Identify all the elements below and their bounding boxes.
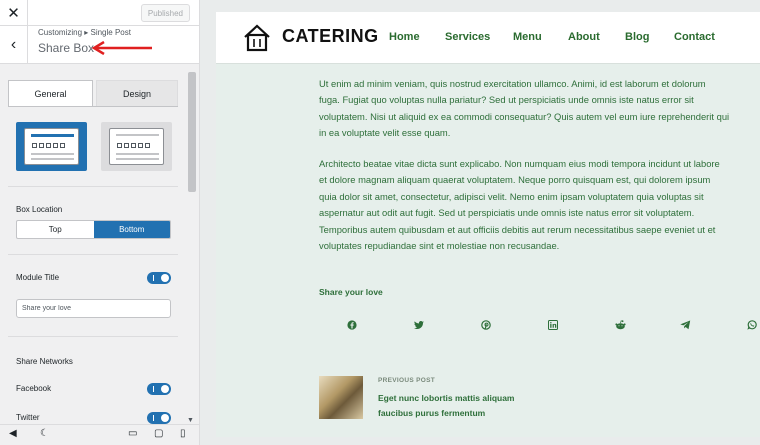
desktop-icon[interactable]: ▭ <box>128 428 137 439</box>
collapse-icon[interactable]: ◀ <box>9 428 17 439</box>
site-header: CATERING Home Services Menu About Blog C… <box>216 12 760 64</box>
twitter-icon[interactable] <box>413 319 425 331</box>
location-bottom-button[interactable]: Bottom <box>93 221 170 238</box>
nav-blog[interactable]: Blog <box>625 31 649 43</box>
divider <box>8 254 178 255</box>
close-icon: ✕ <box>7 5 20 22</box>
reddit-icon[interactable] <box>614 319 626 331</box>
nav-services[interactable]: Services <box>445 31 490 43</box>
box-location-label: Box Location <box>16 205 63 214</box>
publish-button[interactable]: Published <box>140 4 190 22</box>
customizer-topbar: ✕ Published <box>0 0 199 26</box>
tab-general[interactable]: General <box>8 80 93 107</box>
module-title-input[interactable] <box>16 299 171 318</box>
close-customizer-button[interactable]: ✕ <box>0 0 28 26</box>
back-button[interactable]: ‹ <box>0 26 28 64</box>
nav-about[interactable]: About <box>568 31 600 43</box>
twitter-label: Twitter <box>16 413 40 422</box>
tabs-divider <box>8 106 178 107</box>
previous-post-title[interactable]: Eget nunc lobortis mattis aliquam <box>378 391 543 406</box>
previous-post-title[interactable]: faucibus purus fermentum <box>378 406 543 421</box>
section-header: ‹ Customizing ▸ Single Post Share Box <box>0 26 199 64</box>
box-location-segmented-control: Top Bottom <box>16 220 171 239</box>
customizer-sidebar: ✕ Published ‹ Customizing ▸ Single Post … <box>0 0 200 445</box>
divider <box>8 186 178 187</box>
nav-home[interactable]: Home <box>389 31 420 43</box>
article-paragraph: Ut enim ad minim veniam, quis nostrud ex… <box>319 78 730 139</box>
facebook-toggle[interactable] <box>147 383 171 395</box>
previous-post-label: PREVIOUS POST <box>378 377 435 384</box>
scroll-down-icon[interactable]: ▼ <box>187 417 194 424</box>
site-logo-text[interactable]: CATERING <box>282 26 379 47</box>
article-paragraph: Architecto beatae vitae dicta sunt expli… <box>319 158 720 252</box>
whatsapp-icon[interactable] <box>746 319 758 331</box>
dark-mode-icon[interactable]: ☾ <box>40 428 49 439</box>
logo-icon[interactable] <box>243 24 271 52</box>
layout-preview-icon <box>24 128 79 165</box>
layout-option-1[interactable] <box>16 122 87 171</box>
settings-tabs: General Design <box>8 80 178 107</box>
share-networks-label: Share Networks <box>16 357 73 366</box>
scrollbar-thumb[interactable] <box>188 72 196 192</box>
chevron-left-icon: ‹ <box>10 36 17 53</box>
breadcrumb: Customizing ▸ Single Post <box>38 28 131 37</box>
tablet-icon[interactable]: ▢ <box>154 428 163 439</box>
pinterest-icon[interactable] <box>480 319 492 331</box>
nav-contact[interactable]: Contact <box>674 31 715 43</box>
nav-menu[interactable]: Menu <box>513 31 542 43</box>
site-preview: CATERING Home Services Menu About Blog C… <box>216 12 760 437</box>
mobile-icon[interactable]: ▯ <box>180 428 186 439</box>
previous-post-thumbnail[interactable] <box>319 376 363 419</box>
linkedin-icon[interactable] <box>547 319 559 331</box>
telegram-icon[interactable] <box>679 319 691 331</box>
customizer-footer: ◀ ☾ ▭ ▢ ▯ <box>0 424 199 445</box>
layout-option-2[interactable] <box>101 122 172 171</box>
sidebar-scrollbar[interactable]: ▼ <box>186 64 198 424</box>
module-title-label: Module Title <box>16 273 60 282</box>
share-box-title: Share your love <box>319 287 383 297</box>
facebook-label: Facebook <box>16 384 52 393</box>
red-arrow-annotation <box>91 41 152 55</box>
section-title: Share Box <box>38 41 95 55</box>
tab-design[interactable]: Design <box>96 80 178 107</box>
location-top-button[interactable]: Top <box>17 221 94 238</box>
layout-preview-icon <box>109 128 164 165</box>
divider <box>8 336 178 337</box>
twitter-toggle[interactable] <box>147 412 171 424</box>
facebook-icon[interactable] <box>346 319 358 331</box>
module-title-toggle[interactable] <box>147 272 171 284</box>
